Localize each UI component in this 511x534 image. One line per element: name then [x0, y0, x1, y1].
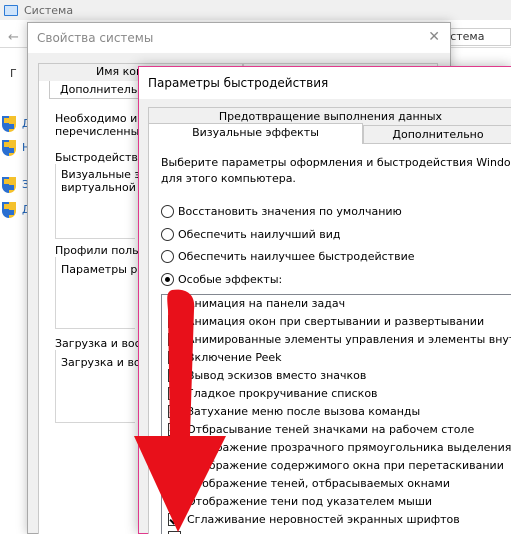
system-window-title: Система [24, 3, 74, 17]
radio-best-performance[interactable]: Обеспечить наилучшее быстродействие [161, 250, 414, 263]
radio-label: Обеспечить наилучший вид [178, 228, 341, 241]
radio-circle[interactable] [161, 250, 174, 263]
radio-circle[interactable] [161, 228, 174, 241]
visual-effects-description: Выберите параметры оформления и быстроде… [161, 155, 511, 187]
system-window-titlebar: Система [0, 0, 511, 20]
description-line-2: для этого компьютера. [161, 172, 296, 185]
tab-advanced[interactable]: Дополнительно [363, 125, 511, 143]
radio-best-appearance[interactable]: Обеспечить наилучший вид [161, 228, 340, 241]
radio-restore-defaults[interactable]: Восстановить значения по умолчанию [161, 205, 402, 218]
shield-icon [2, 177, 16, 193]
shield-icon [2, 140, 16, 156]
performance-options-titlebar: Параметры быстродействия [139, 67, 511, 99]
tab-advanced[interactable]: Дополнительно [49, 81, 151, 99]
description-line-1: Выберите параметры оформления и быстроде… [161, 156, 511, 169]
computer-icon [4, 4, 18, 16]
performance-options-title: Параметры быстродействия [148, 76, 329, 90]
system-properties-title: Свойства системы [37, 31, 154, 45]
performance-group-label: Быстродействи [55, 151, 148, 164]
radio-label: Особые эффекты: [178, 273, 283, 286]
shield-icon [2, 202, 16, 218]
radio-label: Восстановить значения по умолчанию [178, 205, 402, 218]
radio-custom[interactable]: Особые эффекты: [161, 273, 282, 286]
radio-circle[interactable] [161, 205, 174, 218]
side-heading: Г [10, 67, 17, 80]
user-profiles-group-label: Профили польз [55, 244, 147, 257]
radio-circle-selected[interactable] [161, 273, 174, 286]
tab-visual-effects[interactable]: Визуальные эффекты [148, 123, 363, 144]
red-arrow-annotation [134, 289, 226, 532]
back-arrow-icon[interactable]: ← [8, 30, 19, 45]
radio-label: Обеспечить наилучшее быстродействие [178, 250, 415, 263]
system-properties-titlebar: Свойства системы ✕ [28, 23, 450, 53]
performance-desc-1: Визуальные эф [61, 168, 150, 181]
shield-icon [2, 116, 16, 132]
startup-recovery-group [55, 343, 135, 423]
close-icon[interactable]: ✕ [428, 29, 440, 45]
